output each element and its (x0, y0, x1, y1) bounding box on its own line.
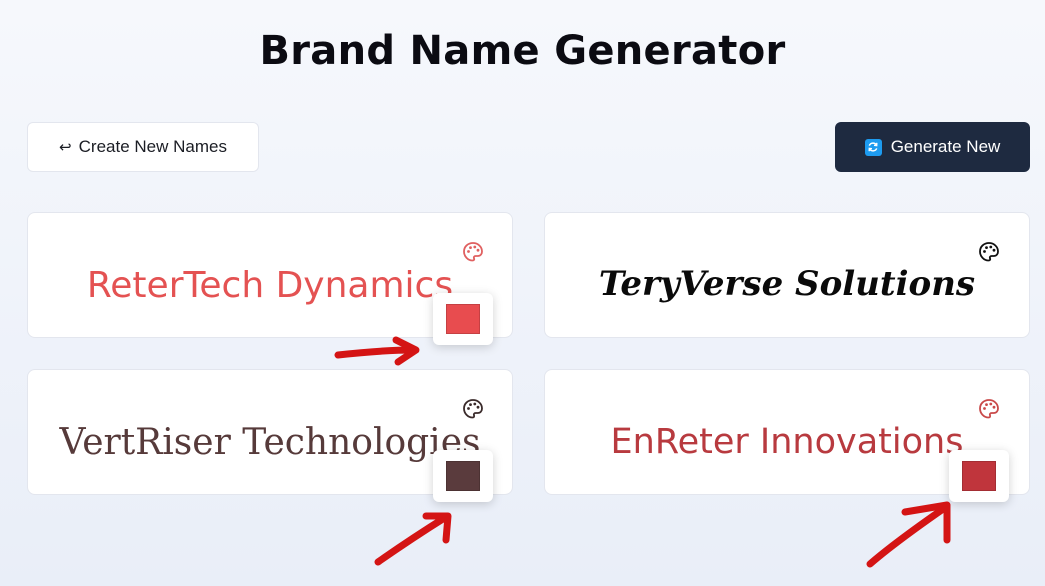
color-swatch-button-4[interactable] (949, 450, 1009, 502)
create-new-names-label: Create New Names (78, 137, 227, 156)
brand-card-2: TeryVerse Solutions (544, 212, 1030, 338)
palette-icon[interactable] (462, 398, 484, 420)
annotation-arrow-1 (334, 336, 420, 366)
annotation-arrow-3 (866, 501, 951, 568)
page-title: Brand Name Generator (259, 28, 786, 74)
color-swatch-3 (446, 461, 480, 491)
palette-icon[interactable] (978, 241, 1000, 263)
color-swatch-button-1[interactable] (433, 293, 493, 345)
color-swatch-button-3[interactable] (433, 450, 493, 502)
create-new-names-button[interactable]: ↩ Create New Names (27, 122, 259, 172)
palette-icon[interactable] (462, 241, 484, 263)
color-swatch-4 (962, 461, 996, 491)
generate-new-button[interactable]: Generate New (835, 122, 1030, 172)
generate-new-label: Generate New (890, 137, 1001, 156)
color-swatch-1 (446, 304, 480, 334)
palette-icon[interactable] (978, 398, 1000, 420)
refresh-icon (864, 138, 882, 156)
brand-name-2: TeryVerse Solutions (598, 264, 976, 304)
annotation-arrow-2 (374, 512, 452, 566)
return-arrow-icon: ↩ (59, 139, 72, 156)
